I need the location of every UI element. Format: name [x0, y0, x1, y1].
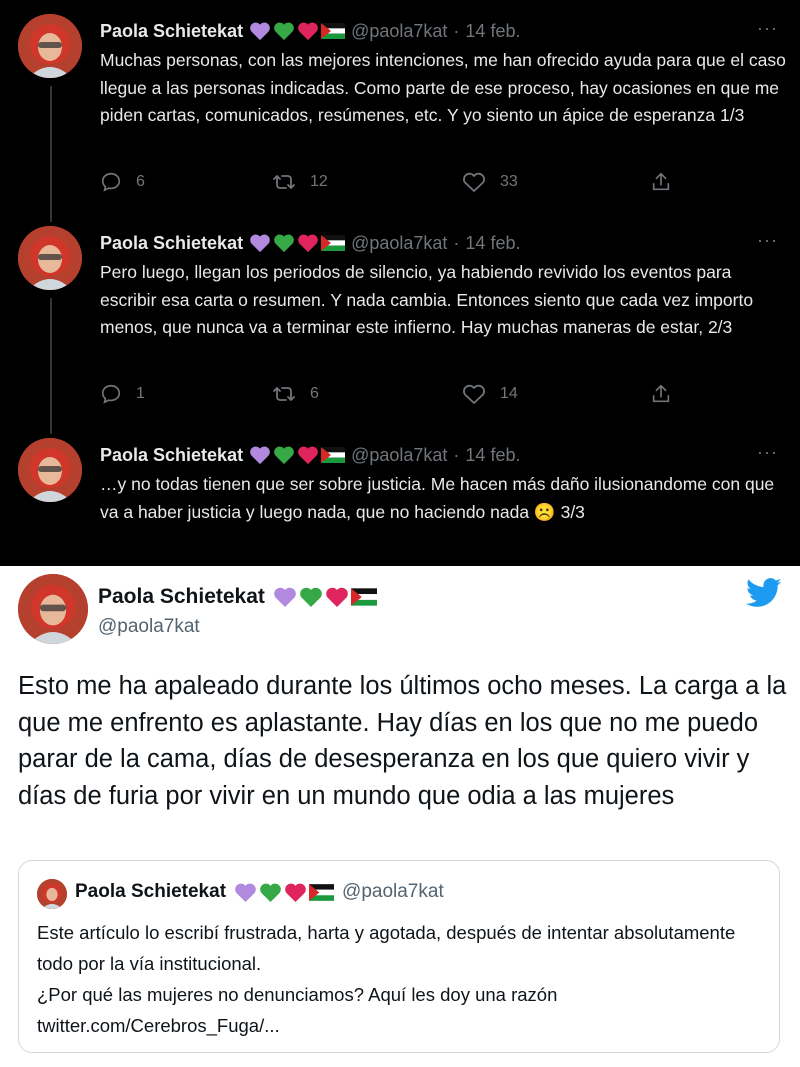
- tweet-text: Esto me ha apaleado durante los últimos …: [18, 672, 787, 810]
- green-heart-icon: [274, 234, 294, 253]
- green-heart-icon: [274, 22, 294, 41]
- red-heart-icon: [285, 883, 306, 902]
- avatar-image: [18, 14, 82, 78]
- name-emoji: [273, 586, 377, 608]
- name-emoji: [249, 21, 346, 41]
- tweet-actions: 6 12 33: [100, 170, 680, 194]
- avatar[interactable]: [18, 438, 82, 502]
- more-options-icon[interactable]: ···: [757, 18, 778, 39]
- green-heart-icon: [274, 446, 294, 465]
- avatar[interactable]: [18, 574, 88, 644]
- tweet-actions: 1 6 14: [100, 382, 680, 406]
- tweet-date[interactable]: 14 feb.: [465, 445, 520, 466]
- purple-heart-icon: [274, 587, 296, 607]
- avatar[interactable]: [18, 226, 82, 290]
- red-heart-icon: [326, 587, 348, 607]
- palestine-flag-icon: [321, 23, 346, 39]
- separator-dot: ·: [453, 232, 460, 253]
- twitter-bird-icon[interactable]: [746, 578, 782, 613]
- like-count: 33: [500, 173, 518, 190]
- quoted-text-line: ¿Por qué las mujeres no denunciamos? Aqu…: [37, 984, 558, 1005]
- reply-button[interactable]: 6: [100, 171, 145, 193]
- green-heart-icon: [260, 883, 281, 902]
- quoted-tweet-card[interactable]: Paola Schietekat @paola7kat Este artícul…: [18, 860, 780, 1053]
- name-emoji: [249, 233, 346, 253]
- retweet-icon: [273, 175, 295, 189]
- reply-icon: [101, 384, 121, 404]
- like-icon: [463, 384, 485, 404]
- palestine-flag-icon: [321, 447, 346, 463]
- quoted-text-line: Este artículo lo escribí frustrada, hart…: [37, 922, 736, 974]
- author-handle[interactable]: @paola7kat: [98, 616, 200, 638]
- reply-count: 6: [136, 173, 145, 190]
- thread-tweet[interactable]: Paola Schietekat @paola7kat · 14 feb. ··…: [0, 438, 800, 566]
- retweet-count: 6: [310, 385, 319, 402]
- quoted-header: Paola Schietekat @paola7kat: [75, 881, 444, 903]
- share-icon: [652, 384, 670, 403]
- author-name[interactable]: Paola Schietekat: [98, 585, 265, 609]
- more-options-icon[interactable]: ···: [757, 442, 778, 463]
- tweet-thread: Paola Schietekat @paola7kat · 14 feb. ··…: [0, 0, 800, 566]
- tweet-text: Muchas personas, con las mejores intenci…: [100, 50, 786, 125]
- tweet-text: Pero luego, llegan los periodos de silen…: [100, 262, 754, 337]
- tweet-header: Paola Schietekat @paola7kat · 14 feb. ··…: [100, 442, 780, 468]
- avatar-image: [18, 574, 88, 644]
- retweet-count: 12: [310, 173, 328, 190]
- tweet-date[interactable]: 14 feb.: [465, 21, 520, 42]
- avatar-image: [18, 438, 82, 502]
- main-tweet: Paola Schietekat @paola7kat Esto me ha a…: [0, 566, 800, 1067]
- green-heart-icon: [300, 587, 322, 607]
- author-name[interactable]: Paola Schietekat: [100, 445, 243, 466]
- purple-heart-icon: [235, 883, 256, 902]
- author-name[interactable]: Paola Schietekat: [100, 233, 243, 254]
- reply-count: 1: [136, 385, 145, 402]
- thread-tweet[interactable]: Paola Schietekat @paola7kat · 14 feb. ··…: [0, 226, 800, 426]
- separator-dot: ·: [453, 444, 460, 465]
- share-button[interactable]: [650, 171, 672, 193]
- author-handle[interactable]: @paola7kat: [351, 21, 447, 42]
- purple-heart-icon: [250, 234, 270, 253]
- avatar-image: [37, 879, 67, 909]
- more-options-icon[interactable]: ···: [757, 230, 778, 251]
- name-emoji: [249, 445, 346, 465]
- author-handle: @paola7kat: [342, 881, 444, 902]
- author-name-row: Paola Schietekat: [98, 585, 377, 609]
- palestine-flag-icon: [321, 235, 346, 251]
- red-heart-icon: [298, 234, 318, 253]
- red-heart-icon: [298, 22, 318, 41]
- tweet-header: Paola Schietekat @paola7kat · 14 feb. ··…: [100, 18, 780, 44]
- author-name: Paola Schietekat: [75, 881, 227, 902]
- purple-heart-icon: [250, 22, 270, 41]
- avatar: [37, 879, 67, 909]
- retweet-icon: [273, 387, 295, 401]
- avatar[interactable]: [18, 14, 82, 78]
- share-button[interactable]: [650, 383, 672, 405]
- tweet-date[interactable]: 14 feb.: [465, 233, 520, 254]
- palestine-flag-icon: [350, 588, 377, 606]
- author-name[interactable]: Paola Schietekat: [100, 21, 243, 42]
- quoted-link[interactable]: twitter.com/Cerebros_Fuga/...: [37, 1010, 767, 1041]
- palestine-flag-icon: [309, 883, 335, 901]
- tweet-text: …y no todas tienen que ser sobre justici…: [100, 474, 775, 522]
- like-count: 14: [500, 385, 518, 402]
- retweet-button[interactable]: 6: [272, 383, 319, 405]
- tweet-header: Paola Schietekat @paola7kat · 14 feb. ··…: [100, 230, 780, 256]
- like-icon: [463, 172, 485, 192]
- like-button[interactable]: 14: [462, 383, 518, 405]
- red-heart-icon: [298, 446, 318, 465]
- name-emoji: [234, 882, 335, 903]
- reply-button[interactable]: 1: [100, 383, 145, 405]
- reply-icon: [101, 172, 121, 192]
- like-button[interactable]: 33: [462, 171, 518, 193]
- purple-heart-icon: [250, 446, 270, 465]
- separator-dot: ·: [453, 20, 460, 41]
- quoted-text: Este artículo lo escribí frustrada, hart…: [37, 917, 767, 1041]
- author-handle[interactable]: @paola7kat: [351, 445, 447, 466]
- thread-tweet[interactable]: Paola Schietekat @paola7kat · 14 feb. ··…: [0, 14, 800, 214]
- retweet-button[interactable]: 12: [272, 171, 328, 193]
- share-icon: [652, 172, 670, 191]
- avatar-image: [18, 226, 82, 290]
- author-handle[interactable]: @paola7kat: [351, 233, 447, 254]
